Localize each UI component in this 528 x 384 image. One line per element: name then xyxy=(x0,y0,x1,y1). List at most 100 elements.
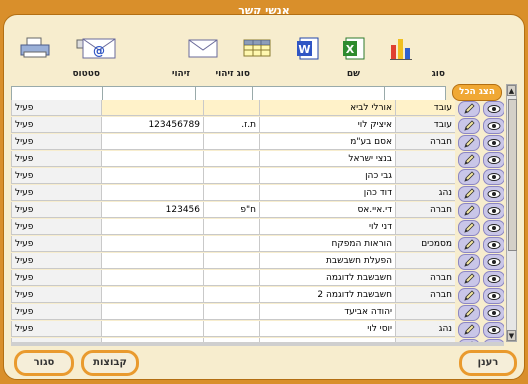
cell-status[interactable]: פעיל xyxy=(11,287,101,303)
cell-status[interactable]: פעיל xyxy=(11,304,101,320)
column-header-id-number[interactable]: זיהוי xyxy=(145,69,190,81)
cell-status[interactable]: פעיל xyxy=(11,219,101,235)
cell-type[interactable]: עובד xyxy=(395,100,455,116)
cell-status[interactable]: פעיל xyxy=(11,134,101,150)
edit-pencil-icon[interactable] xyxy=(458,322,480,338)
cell-status[interactable]: פעיל xyxy=(11,100,101,116)
cell-status[interactable]: פעיל xyxy=(11,185,101,201)
cell-type[interactable] xyxy=(395,168,455,184)
cell-type[interactable]: חברה xyxy=(395,270,455,286)
cell-name[interactable]: דני לוי xyxy=(259,219,395,235)
cell-type[interactable]: נהג xyxy=(395,321,455,337)
horizontal-scrollbar[interactable] xyxy=(11,342,504,346)
cell-id-type[interactable] xyxy=(203,100,259,116)
cell-type[interactable]: עובד xyxy=(395,117,455,133)
edit-pencil-icon[interactable] xyxy=(458,254,480,270)
cell-id-type[interactable] xyxy=(203,321,259,337)
cell-id-type[interactable] xyxy=(203,304,259,320)
cell-name[interactable]: הוראות המפקח xyxy=(259,236,395,252)
cell-id-type[interactable] xyxy=(203,270,259,286)
cell-status[interactable]: פעיל xyxy=(11,270,101,286)
view-eye-icon[interactable] xyxy=(483,186,504,202)
show-all-button[interactable]: הצג הכל xyxy=(452,84,502,101)
grid-icon[interactable] xyxy=(242,34,272,62)
table-row[interactable]: פעיל דני לוי xyxy=(11,219,504,236)
cell-id-number[interactable]: 123456789 xyxy=(101,117,203,133)
email-address-icon[interactable]: @ xyxy=(74,34,118,62)
cell-status[interactable]: פעיל xyxy=(11,321,101,337)
view-eye-icon[interactable] xyxy=(483,118,504,134)
view-eye-icon[interactable] xyxy=(483,237,504,253)
cell-id-number[interactable] xyxy=(101,100,203,116)
cell-type[interactable] xyxy=(395,304,455,320)
cell-name[interactable]: די.איי.אס xyxy=(259,202,395,218)
cell-name[interactable]: אורלי לביא xyxy=(259,100,395,116)
cell-status[interactable]: פעיל xyxy=(11,253,101,269)
scroll-thumb[interactable] xyxy=(508,99,517,251)
table-row[interactable]: פעיל הפעלת חשבשבת xyxy=(11,253,504,270)
cell-id-type[interactable] xyxy=(203,151,259,167)
edit-pencil-icon[interactable] xyxy=(458,220,480,236)
table-row[interactable]: פעיל אורלי לביא עובד xyxy=(11,100,504,117)
cell-id-type[interactable] xyxy=(203,134,259,150)
table-row[interactable]: פעיל הוראות המפקח מסמכים xyxy=(11,236,504,253)
cell-id-number[interactable] xyxy=(101,134,203,150)
cell-name[interactable]: בנצי ישראל xyxy=(259,151,395,167)
close-button[interactable]: סגור xyxy=(14,350,74,376)
view-eye-icon[interactable] xyxy=(483,135,504,151)
cell-id-number[interactable] xyxy=(101,287,203,303)
table-row[interactable]: פעיל אסם בע"מ חברה xyxy=(11,134,504,151)
table-row[interactable]: פעיל חשבשבת לדוגמה חברה xyxy=(11,270,504,287)
printer-icon[interactable] xyxy=(18,34,52,62)
cell-id-number[interactable] xyxy=(101,321,203,337)
view-eye-icon[interactable] xyxy=(483,288,504,304)
cell-id-number[interactable] xyxy=(101,151,203,167)
cell-type[interactable]: חברה xyxy=(395,287,455,303)
edit-pencil-icon[interactable] xyxy=(458,152,480,168)
cell-id-number[interactable] xyxy=(101,270,203,286)
table-row[interactable]: פעיל 123456789 ת.ז. איציק לוי עובד xyxy=(11,117,504,134)
cell-id-number[interactable] xyxy=(101,168,203,184)
view-eye-icon[interactable] xyxy=(483,220,504,236)
edit-pencil-icon[interactable] xyxy=(458,288,480,304)
cell-type[interactable] xyxy=(395,151,455,167)
view-eye-icon[interactable] xyxy=(483,305,504,321)
cell-status[interactable]: פעיל xyxy=(11,202,101,218)
table-row[interactable]: פעיל דוד כהן נהג xyxy=(11,185,504,202)
cell-id-type[interactable] xyxy=(203,185,259,201)
cell-name[interactable]: דוד כהן xyxy=(259,185,395,201)
cell-name[interactable]: חשבשבת לדוגמה 2 xyxy=(259,287,395,303)
table-row[interactable]: פעיל יהודה אביעד xyxy=(11,304,504,321)
table-row[interactable]: פעיל יוסי לוי נהג xyxy=(11,321,504,338)
cell-name[interactable]: חשבשבת לדוגמה xyxy=(259,270,395,286)
table-row[interactable]: פעיל גבי כהן xyxy=(11,168,504,185)
cell-status[interactable]: פעיל xyxy=(11,168,101,184)
word-icon[interactable]: W xyxy=(294,34,324,62)
cell-id-type[interactable]: ח"פ xyxy=(203,202,259,218)
table-row[interactable]: פעיל חשבשבת לדוגמה 2 חברה xyxy=(11,287,504,304)
cell-name[interactable]: גבי כהן xyxy=(259,168,395,184)
view-eye-icon[interactable] xyxy=(483,152,504,168)
edit-pencil-icon[interactable] xyxy=(458,271,480,287)
view-eye-icon[interactable] xyxy=(483,271,504,287)
cell-type[interactable] xyxy=(395,219,455,235)
cell-id-number[interactable] xyxy=(101,304,203,320)
column-header-id-type[interactable]: סוג זיהוי xyxy=(200,69,250,81)
cell-type[interactable]: חברה xyxy=(395,134,455,150)
vertical-scrollbar[interactable]: ▲ ▼ xyxy=(506,84,517,342)
cell-id-type[interactable] xyxy=(203,168,259,184)
cell-name[interactable]: איציק לוי xyxy=(259,117,395,133)
table-row[interactable]: פעיל בנצי ישראל xyxy=(11,151,504,168)
cell-type[interactable]: נהג xyxy=(395,185,455,201)
scroll-down-button[interactable]: ▼ xyxy=(507,330,516,341)
chart-icon[interactable] xyxy=(386,34,416,62)
edit-pencil-icon[interactable] xyxy=(458,237,480,253)
edit-pencil-icon[interactable] xyxy=(458,305,480,321)
table-row[interactable]: פעיל 123456 ח"פ די.איי.אס חברה xyxy=(11,202,504,219)
cell-id-type[interactable] xyxy=(203,253,259,269)
cell-id-number[interactable] xyxy=(101,185,203,201)
edit-pencil-icon[interactable] xyxy=(458,101,480,117)
cell-id-number[interactable]: 123456 xyxy=(101,202,203,218)
cell-id-number[interactable] xyxy=(101,236,203,252)
cell-name[interactable]: יהודה אביעד xyxy=(259,304,395,320)
